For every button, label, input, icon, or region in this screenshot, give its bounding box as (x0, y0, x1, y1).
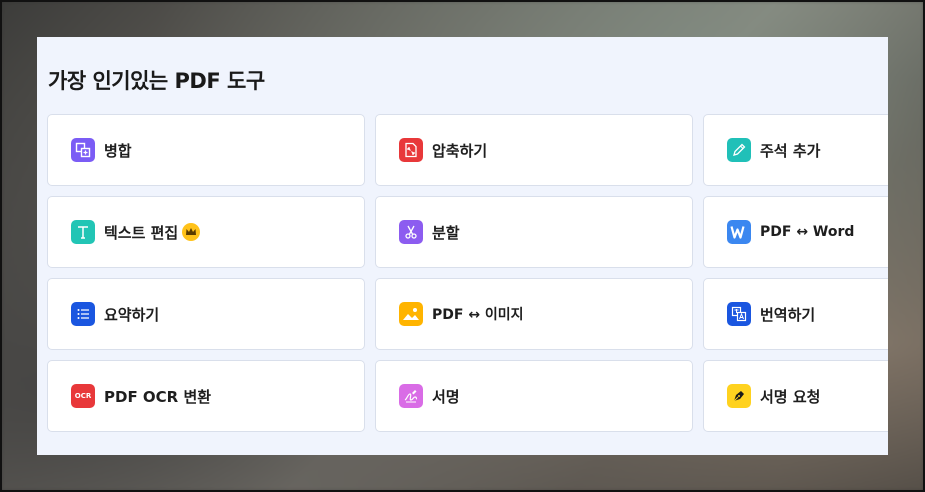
tool-card-text-edit[interactable]: 텍스트 편집 (47, 196, 365, 268)
tool-label: 주석 추가 (760, 141, 821, 160)
merge-icon (71, 138, 95, 162)
tool-label: 서명 (432, 387, 460, 406)
tool-card-merge[interactable]: 병합 (47, 114, 365, 186)
tool-label: 분할 (432, 223, 460, 242)
ocr-icon-text: OCR (74, 392, 92, 400)
tool-label: PDF ↔ 이미지 (432, 307, 524, 323)
tool-card-translate[interactable]: 번역하기 (703, 278, 888, 350)
tool-card-annotate[interactable]: 주석 추가 (703, 114, 888, 186)
annotate-pencil-icon (727, 138, 751, 162)
compress-icon (399, 138, 423, 162)
tool-label: 서명 요청 (760, 387, 821, 406)
tool-card-split[interactable]: 분할 (375, 196, 693, 268)
tool-card-pdf-image[interactable]: PDF ↔ 이미지 (375, 278, 693, 350)
popular-tools-panel: 가장 인기있는 PDF 도구 병합 압축하기 주석 추가 텍스트 편집 분할 P… (37, 37, 888, 455)
text-edit-icon (71, 220, 95, 244)
scissors-icon (399, 220, 423, 244)
word-icon (727, 220, 751, 244)
section-title: 가장 인기있는 PDF 도구 (48, 69, 265, 93)
list-summary-icon (71, 302, 95, 326)
tool-card-sign[interactable]: 서명 (375, 360, 693, 432)
tool-label: 번역하기 (760, 305, 816, 324)
tool-card-sign-request[interactable]: 서명 요청 (703, 360, 888, 432)
crown-icon (182, 223, 201, 241)
translate-icon (727, 302, 751, 326)
sign-request-pen-icon (727, 384, 751, 408)
tool-card-compress[interactable]: 압축하기 (375, 114, 693, 186)
tool-label: 병합 (104, 141, 132, 160)
ocr-icon: OCR (71, 384, 95, 408)
signature-icon (399, 384, 423, 408)
tool-card-pdf-word[interactable]: PDF ↔ Word (703, 196, 888, 268)
tool-card-pdf-ocr[interactable]: OCR PDF OCR 변환 (47, 360, 365, 432)
tool-card-summarize[interactable]: 요약하기 (47, 278, 365, 350)
tool-label: 압축하기 (432, 141, 488, 160)
tool-label: 텍스트 편집 (104, 223, 179, 242)
tool-label: PDF OCR 변환 (104, 387, 212, 406)
tool-label: 요약하기 (104, 305, 160, 324)
image-icon (399, 302, 423, 326)
tool-label: PDF ↔ Word (760, 224, 855, 240)
